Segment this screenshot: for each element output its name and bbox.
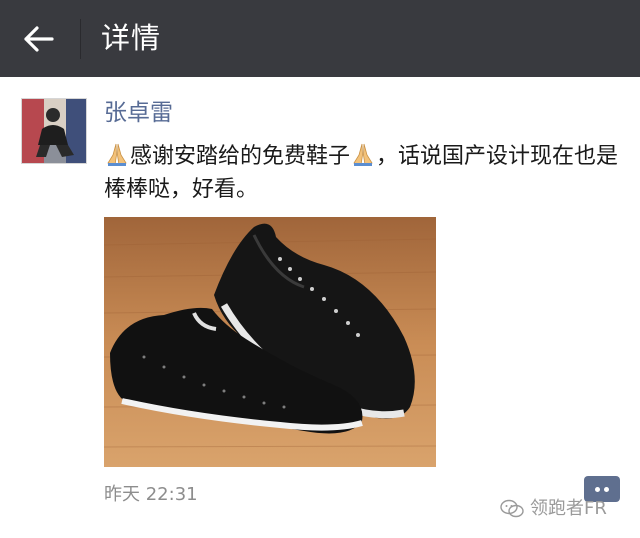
post-photo[interactable] — [104, 217, 436, 467]
pray-emoji-icon — [107, 143, 127, 166]
arrow-left-icon — [24, 26, 54, 52]
more-dot-icon — [595, 486, 600, 492]
avatar[interactable] — [21, 98, 87, 164]
post-timestamp: 昨天 22:31 — [104, 484, 198, 505]
more-dot-icon — [604, 486, 609, 492]
avatar-image — [22, 99, 86, 163]
watermark: 领跑者FR — [500, 496, 607, 522]
wechat-icon — [500, 499, 524, 518]
post-text: 感谢安踏给的免费鞋子 ，话说国产设计现在也是棒棒哒，好看。 — [104, 140, 624, 206]
header-divider — [80, 19, 81, 59]
author-name[interactable]: 张卓雷 — [104, 96, 173, 130]
page-title: 详情 — [101, 21, 162, 55]
pray-emoji-icon — [353, 143, 373, 166]
post-text-part1: 感谢安踏给的免费鞋子 — [130, 144, 351, 169]
watermark-text: 领跑者FR — [530, 498, 607, 519]
back-button[interactable] — [14, 20, 64, 58]
top-bar: 详情 — [0, 0, 640, 77]
black-sneakers-photo — [104, 217, 436, 467]
